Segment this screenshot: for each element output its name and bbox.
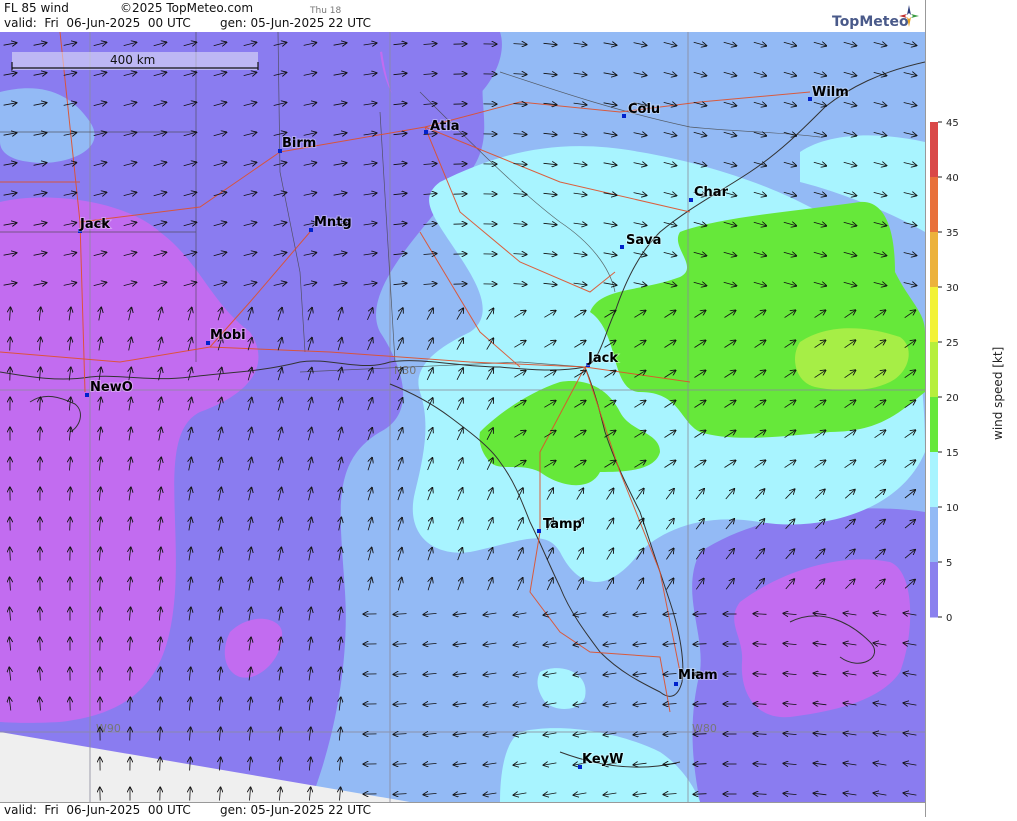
city-jack-ms[interactable]: Jack	[78, 217, 110, 233]
city-jack-fl[interactable]: Jack	[586, 351, 618, 367]
city-label-miam: Miam	[678, 668, 718, 683]
legend-title: wind speed [kt]	[991, 347, 1005, 440]
legend-swatch	[930, 452, 938, 508]
legend-swatch	[930, 122, 938, 178]
city-label-keyw: KeyW	[582, 752, 623, 767]
city-colu[interactable]: Colu	[622, 102, 660, 118]
legend-panel: 45 40 35 30 25 20 15 10 5 0 wind speed [kt]	[925, 0, 1017, 817]
legend-tick-label: 40	[946, 173, 959, 184]
city-label-jack-fl: Jack	[587, 351, 618, 366]
city-birm[interactable]: Birm	[278, 136, 316, 153]
city-mntg[interactable]: Mntg	[309, 215, 352, 232]
legend-swatch	[930, 562, 938, 618]
legend-tick-label: 35	[946, 228, 959, 239]
legend-swatch	[930, 507, 938, 563]
city-tamp[interactable]: Tamp	[537, 517, 582, 533]
lat-label-n30: N30	[394, 364, 416, 377]
city-label-char: Char	[694, 185, 729, 200]
legend-tick-label: 30	[946, 283, 959, 294]
wind-speed-legend: 45 40 35 30 25 20 15 10 5 0 wind speed [kt]	[926, 0, 1017, 817]
legend-color-bar	[930, 122, 938, 618]
scale-bar-label: 400 km	[110, 53, 155, 67]
city-label-atla: Atla	[430, 119, 460, 134]
footer-generated-time: gen: 05-Jun-2025 22 UTC	[220, 803, 371, 817]
legend-swatch	[930, 287, 938, 343]
city-label-mntg: Mntg	[314, 215, 352, 230]
city-newo[interactable]: NewO	[85, 380, 133, 397]
legend-swatch	[930, 177, 938, 233]
city-wilm[interactable]: Wilm	[808, 85, 849, 101]
legend-swatch	[930, 397, 938, 453]
legend-tick-label: 10	[946, 503, 959, 514]
legend-tick-label: 15	[946, 448, 959, 459]
city-label-birm: Birm	[282, 136, 316, 151]
legend-tick-label: 5	[946, 558, 952, 569]
wind-map[interactable]: N30 W90 W80	[0, 32, 925, 802]
topmeteo-logo[interactable]: TopMeteo	[832, 4, 922, 30]
city-label-tamp: Tamp	[543, 517, 582, 532]
city-mobi[interactable]: Mobi	[206, 328, 246, 345]
city-char[interactable]: Char	[689, 185, 729, 202]
legend-tick-label: 45	[946, 118, 959, 129]
legend-tick-label: 20	[946, 393, 959, 404]
map-header: FL 85 wind ©2025 TopMeteo.com Thu 18 val…	[0, 0, 925, 33]
city-label-mobi: Mobi	[210, 328, 246, 343]
city-atla[interactable]: Atla	[424, 119, 460, 134]
city-sava[interactable]: Sava	[620, 233, 661, 249]
city-keyw[interactable]: KeyW	[578, 752, 623, 769]
stronger-wind-regions	[795, 328, 909, 390]
valid-time: valid: Fri 06-Jun-2025 00 UTC	[4, 16, 191, 31]
footer-valid-time: valid: Fri 06-Jun-2025 00 UTC	[4, 803, 191, 817]
legend-ticks: 45 40 35 30 25 20 15 10 5 0	[938, 118, 959, 624]
city-label-jack-ms: Jack	[79, 217, 110, 232]
city-label-newo: NewO	[90, 380, 133, 395]
legend-swatch	[930, 232, 938, 288]
legend-swatch	[930, 342, 938, 398]
legend-tick-label: 0	[946, 613, 952, 624]
legend-tick-label: 25	[946, 338, 959, 349]
city-label-sava: Sava	[626, 233, 661, 248]
city-label-wilm: Wilm	[812, 85, 849, 100]
scale-bar: 400 km	[12, 52, 258, 70]
copyright: ©2025 TopMeteo.com	[120, 1, 253, 16]
product-title: FL 85 wind	[4, 1, 69, 16]
lon-label-w80: W80	[692, 722, 717, 735]
generated-time: gen: 05-Jun-2025 22 UTC	[220, 16, 371, 31]
city-label-colu: Colu	[628, 102, 660, 117]
compass-star-icon	[898, 4, 920, 28]
map-footer: valid: Fri 06-Jun-2025 00 UTC gen: 05-Ju…	[0, 802, 925, 818]
